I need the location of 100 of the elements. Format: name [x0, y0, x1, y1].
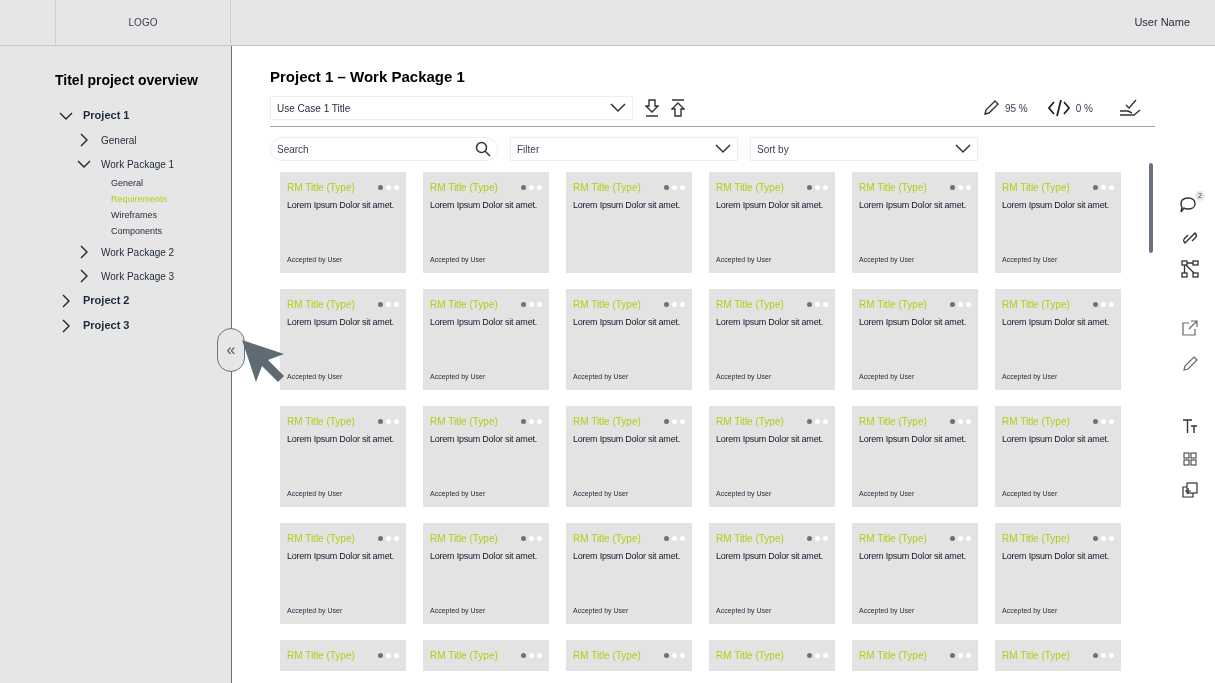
- card-description: Lorem Ipsum Dolor sit amet.: [287, 316, 394, 328]
- step-indicator: [807, 185, 828, 190]
- step-indicator: [1093, 653, 1114, 658]
- collapse-button[interactable]: «: [217, 328, 245, 372]
- step-indicator: [950, 302, 971, 307]
- pencil-icon[interactable]: [1182, 356, 1198, 372]
- use-case-dropdown[interactable]: Use Case 1 Title: [270, 96, 633, 120]
- card-description: Lorem Ipsum Dolor sit amet.: [716, 199, 823, 211]
- tree-item[interactable]: Components: [111, 225, 163, 239]
- step-indicator: [521, 419, 542, 424]
- requirement-card[interactable]: RM Title (Type) Lorem Ipsum Dolor sit amet.: [566, 172, 692, 273]
- upload-icon[interactable]: [671, 99, 685, 117]
- filter-dropdown[interactable]: Filter: [510, 137, 738, 161]
- card-title: RM Title (Type): [1002, 181, 1070, 195]
- external-link-icon[interactable]: [1182, 320, 1198, 336]
- step-indicator: [1093, 302, 1114, 307]
- tree-item[interactable]: Work Package 1: [101, 156, 175, 172]
- step-indicator: [378, 185, 399, 190]
- step-indicator: [378, 536, 399, 541]
- hierarchy-icon[interactable]: [1181, 260, 1199, 278]
- card-title: RM Title (Type): [1002, 415, 1070, 429]
- chevron-down-icon: [610, 103, 626, 113]
- chevron-down-icon: [715, 144, 731, 154]
- card-description: Lorem Ipsum Dolor sit amet.: [859, 199, 966, 211]
- card-description: Lorem Ipsum Dolor sit amet.: [573, 316, 680, 328]
- tree-item[interactable]: Project 1: [83, 107, 130, 124]
- comment-icon[interactable]: [1179, 196, 1197, 214]
- step-indicator: [1093, 185, 1114, 190]
- scrollbar[interactable]: [1149, 163, 1153, 253]
- search-icon: [475, 141, 491, 157]
- card-title: RM Title (Type): [430, 181, 498, 195]
- card-description: Lorem Ipsum Dolor sit amet.: [859, 550, 966, 562]
- card-title: RM Title (Type): [573, 649, 641, 663]
- step-indicator: [378, 653, 399, 658]
- card-description: Lorem Ipsum Dolor sit amet.: [1002, 550, 1109, 562]
- sort-dropdown[interactable]: Sort by: [750, 137, 978, 161]
- card-title: RM Title (Type): [287, 298, 355, 312]
- step-indicator: [378, 302, 399, 307]
- tree-item[interactable]: General: [101, 132, 137, 148]
- card-title: RM Title (Type): [859, 298, 927, 312]
- tree-item[interactable]: Work Package 2: [101, 244, 175, 260]
- filter-placeholder: Filter: [517, 142, 540, 157]
- card-title: RM Title (Type): [287, 181, 355, 195]
- card-description: Lorem Ipsum Dolor sit amet.: [859, 433, 966, 445]
- card-title: RM Title (Type): [1002, 298, 1070, 312]
- card-description: Lorem Ipsum Dolor sit amet.: [716, 550, 823, 562]
- step-indicator: [664, 653, 685, 658]
- search-placeholder: Search: [277, 142, 309, 157]
- step-indicator: [950, 185, 971, 190]
- text-size-icon[interactable]: [1182, 418, 1198, 434]
- card-description: Lorem Ipsum Dolor sit amet.: [573, 550, 680, 562]
- code-icon: [1047, 99, 1070, 117]
- step-indicator: [664, 302, 685, 307]
- sort-placeholder: Sort by: [757, 142, 789, 157]
- tree-item[interactable]: Work Package 3: [101, 268, 175, 284]
- card-title: RM Title (Type): [573, 181, 641, 195]
- card-title: RM Title (Type): [573, 532, 641, 546]
- card-title: RM Title (Type): [430, 649, 498, 663]
- card-title: RM Title (Type): [287, 649, 355, 663]
- step-indicator: [950, 653, 971, 658]
- tree-item[interactable]: Project 3: [83, 317, 130, 334]
- card-description: Lorem Ipsum Dolor sit amet.: [430, 199, 537, 211]
- step-indicator: [664, 536, 685, 541]
- card-title: RM Title (Type): [716, 415, 784, 429]
- card-description: Lorem Ipsum Dolor sit amet.: [287, 433, 394, 445]
- card-title: RM Title (Type): [716, 181, 784, 195]
- add-layer-icon[interactable]: [1182, 482, 1198, 498]
- use-case-select-value: Use Case 1 Title: [277, 101, 351, 116]
- user-name[interactable]: User Name: [1134, 0, 1215, 45]
- grid-icon[interactable]: [1183, 452, 1197, 466]
- chevron-down-icon: [955, 144, 971, 154]
- card-title: RM Title (Type): [287, 415, 355, 429]
- card-description: Lorem Ipsum Dolor sit amet.: [1002, 433, 1109, 445]
- tree-item[interactable]: Project 2: [83, 292, 130, 309]
- step-indicator: [950, 419, 971, 424]
- card-description: Lorem Ipsum Dolor sit amet.: [573, 199, 680, 211]
- download-icon[interactable]: [645, 99, 659, 117]
- card-description: Lorem Ipsum Dolor sit amet.: [716, 316, 823, 328]
- step-indicator: [807, 536, 828, 541]
- card-title: RM Title (Type): [859, 181, 927, 195]
- step-indicator: [664, 419, 685, 424]
- card-title: RM Title (Type): [573, 415, 641, 429]
- step-indicator: [807, 419, 828, 424]
- hand-check-icon[interactable]: [1119, 98, 1141, 118]
- tree-item[interactable]: General: [111, 177, 144, 191]
- card-title: RM Title (Type): [573, 298, 641, 312]
- tree-item[interactable]: Wireframes: [111, 209, 157, 223]
- step-indicator: [521, 185, 542, 190]
- card-description: Lorem Ipsum Dolor sit amet.: [1002, 316, 1109, 328]
- step-indicator: [807, 653, 828, 658]
- progress-percentage: 0 %: [1075, 101, 1093, 116]
- card-title: RM Title (Type): [430, 415, 498, 429]
- link-icon[interactable]: [1182, 230, 1198, 246]
- page-title: Project 1 – Work Package 1: [270, 67, 466, 87]
- card-description: Lorem Ipsum Dolor sit amet.: [287, 199, 394, 211]
- card-description: Lorem Ipsum Dolor sit amet.: [1002, 199, 1109, 211]
- card-title: RM Title (Type): [430, 532, 498, 546]
- step-indicator: [521, 653, 542, 658]
- card-description: Lorem Ipsum Dolor sit amet.: [716, 433, 823, 445]
- card-description: Lorem Ipsum Dolor sit amet.: [430, 550, 537, 562]
